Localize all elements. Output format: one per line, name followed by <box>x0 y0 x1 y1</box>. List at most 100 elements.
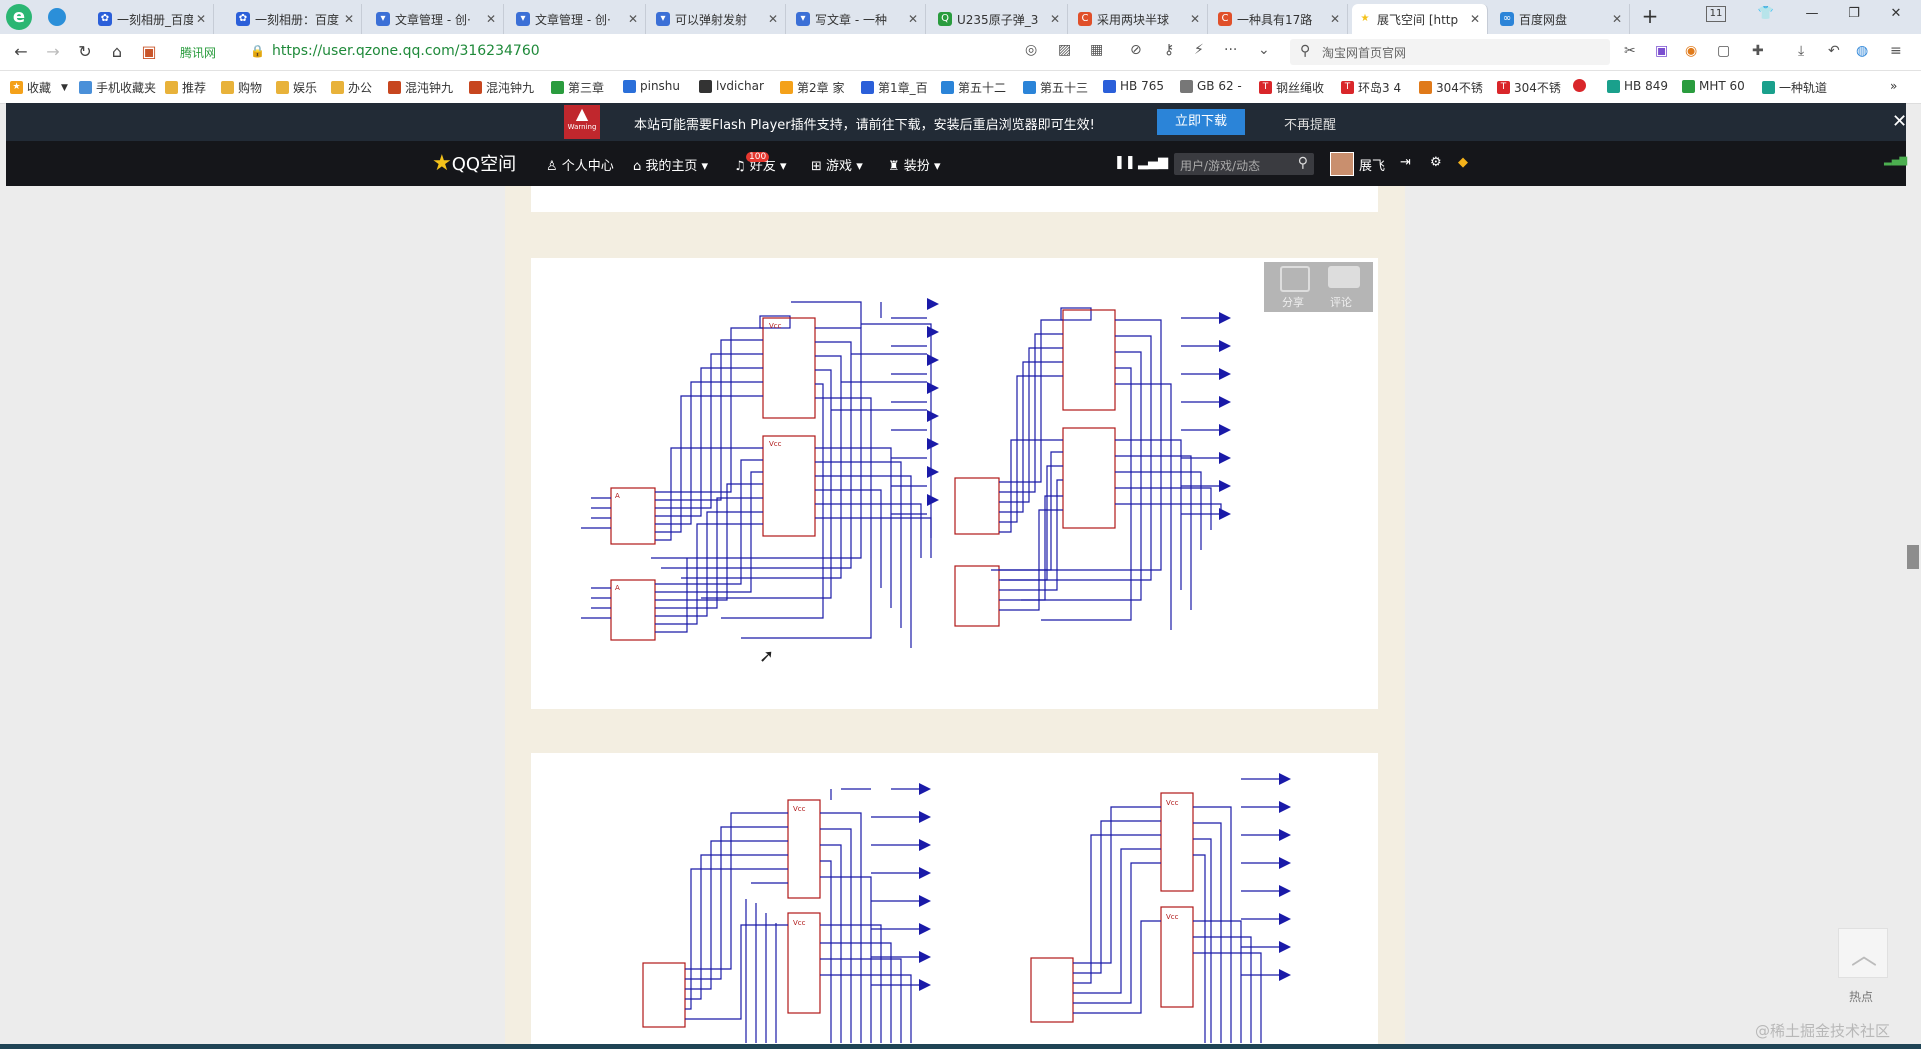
tab-close-icon[interactable]: ✕ <box>765 12 781 26</box>
avatar[interactable] <box>1330 152 1354 176</box>
translate-icon[interactable]: ▣ <box>1655 43 1668 59</box>
browser-logo-icon[interactable]: e <box>6 4 32 30</box>
chevron-down-icon[interactable]: ⌄ <box>1258 42 1270 58</box>
tab-close-icon[interactable]: ✕ <box>625 12 641 26</box>
bookmark-item[interactable]: T 304不锈 <box>1497 79 1561 96</box>
tab-count-button[interactable]: 11 <box>1706 6 1726 22</box>
tab[interactable]: Q U235原子弹_3 ✕ <box>932 4 1068 34</box>
bookmark-item[interactable]: 304不锈 <box>1419 79 1483 96</box>
tab-close-icon[interactable]: ✕ <box>1327 12 1343 26</box>
bookmark-item[interactable]: ★ 收藏 ▼ <box>10 79 68 96</box>
tab[interactable]: ∞ 百度网盘 ✕ <box>1494 4 1630 34</box>
share-button[interactable]: 分享 <box>1282 294 1304 310</box>
tab-close-icon[interactable]: ✕ <box>483 12 499 26</box>
tab-close-icon[interactable]: ✕ <box>1467 12 1483 26</box>
photo-icon[interactable]: ▦ <box>1090 42 1103 58</box>
reload-icon[interactable]: ↻ <box>74 41 96 63</box>
hot-link[interactable]: 热点 <box>1849 988 1873 1005</box>
tab-close-icon[interactable]: ✕ <box>1609 12 1625 26</box>
image-icon[interactable]: ▨ <box>1058 42 1071 58</box>
bookmark-item[interactable]: 第五十三 <box>1023 79 1088 96</box>
share-icon[interactable] <box>1280 266 1310 292</box>
tab[interactable]: ▾ 文章管理 - 创· ✕ <box>370 4 504 34</box>
bookmark-item[interactable]: 第三章 <box>551 79 604 96</box>
scissors-icon[interactable]: ✂ <box>1624 43 1636 59</box>
scrollbar-thumb[interactable] <box>1907 545 1919 569</box>
photo-card[interactable]: Vcc Vcc A A <box>531 258 1378 709</box>
qzone-search[interactable]: 用户/游戏/动态 ⚲ <box>1174 153 1314 175</box>
target-icon[interactable]: ◎ <box>1025 42 1037 58</box>
bookmark-item[interactable]: lvdichar <box>699 79 764 93</box>
photo-card[interactable]: Vcc Vcc Vcc Vcc <box>531 753 1378 1044</box>
bookmark-folder[interactable]: 办公 <box>331 79 372 96</box>
shirt-icon[interactable]: 👕 <box>1752 6 1780 21</box>
bookmark-item[interactable]: MHT 60 <box>1682 79 1745 93</box>
bookmark-item[interactable]: 第2章 家 <box>780 79 844 96</box>
back-to-top-button[interactable]: ︿ <box>1838 928 1888 978</box>
nav-personal-center[interactable]: ♙ 个人中心 <box>546 155 614 174</box>
logout-icon[interactable]: ⇥ <box>1400 155 1411 170</box>
nav-my-home[interactable]: ⌂ 我的主页 ▾ <box>633 155 708 174</box>
compass-icon[interactable]: ⊘ <box>1130 42 1142 58</box>
lightning-icon[interactable]: ⚡ <box>1194 42 1204 58</box>
tab[interactable]: ✿ 一刻相册_百度 ✕ <box>92 4 214 34</box>
forward-icon[interactable]: → <box>42 41 64 63</box>
minimize-icon[interactable]: — <box>1798 6 1826 21</box>
comment-icon[interactable] <box>1328 266 1360 288</box>
nav-games[interactable]: ⊞ 游戏 ▾ <box>811 155 863 174</box>
url-text[interactable]: https://user.qzone.qq.com/316234760 <box>272 43 540 59</box>
back-icon[interactable]: ← <box>10 41 32 63</box>
bookmark-folder[interactable]: 推荐 <box>165 79 206 96</box>
new-tab-button[interactable]: + <box>1638 5 1662 29</box>
telegram-icon[interactable] <box>48 8 66 26</box>
bookmark-item[interactable]: T 钢丝绳收 <box>1259 79 1324 96</box>
nav-dress[interactable]: ♜ 装扮 ▾ <box>888 155 940 174</box>
extension-icon[interactable]: ✚ <box>1752 43 1764 59</box>
search-icon[interactable]: ⚲ <box>1298 155 1308 171</box>
tab[interactable]: ▾ 写文章 - 一种 ✕ <box>790 4 926 34</box>
tab-close-icon[interactable]: ✕ <box>905 12 921 26</box>
bookmark-item[interactable]: HB 765 <box>1103 79 1164 93</box>
bookmarks-overflow-icon[interactable]: » <box>1890 79 1897 93</box>
key-icon[interactable]: ⚷ <box>1164 42 1174 58</box>
close-icon[interactable]: ✕ <box>1892 111 1907 132</box>
bookmark-item[interactable]: 一种轨道 <box>1762 79 1827 96</box>
bookmark-item[interactable]: HB 849 <box>1607 79 1668 93</box>
username[interactable]: 展飞 <box>1359 155 1385 174</box>
briefcase-icon[interactable]: ▣ <box>138 41 160 63</box>
menu-icon[interactable]: ≡ <box>1890 43 1902 59</box>
restore-icon[interactable]: ❐ <box>1840 6 1868 21</box>
undo-icon[interactable]: ↶ <box>1828 43 1840 59</box>
bookmark-item[interactable]: 混沌钟九 <box>469 79 534 96</box>
tab-close-icon[interactable]: ✕ <box>1047 12 1063 26</box>
screen-icon[interactable]: ▢ <box>1717 43 1730 59</box>
tab-close-icon[interactable]: ✕ <box>341 12 357 26</box>
bookmark-item[interactable]: 第五十二 <box>941 79 1006 96</box>
dismiss-link[interactable]: 不再提醒 <box>1284 114 1336 133</box>
close-window-icon[interactable]: ✕ <box>1882 6 1910 21</box>
tab[interactable]: ▾ 文章管理 - 创· ✕ <box>510 4 646 34</box>
diamond-icon[interactable]: ◆ <box>1458 155 1468 170</box>
tab[interactable]: C 采用两块半球 ✕ <box>1072 4 1208 34</box>
download-icon[interactable]: ⤓ <box>1798 43 1804 59</box>
bookmark-item[interactable]: 第1章_百 <box>861 79 928 96</box>
edge-icon[interactable]: ◍ <box>1856 43 1868 59</box>
bookmark-folder[interactable]: 购物 <box>221 79 262 96</box>
search-input[interactable]: 淘宝网首页官网 <box>1322 44 1406 61</box>
tab[interactable]: ▾ 可以弹射发射 ✕ <box>650 4 786 34</box>
bookmark-item[interactable] <box>1573 79 1590 92</box>
tab-close-icon[interactable]: ✕ <box>193 12 209 26</box>
signal-icon[interactable]: ▂▄▆ <box>1138 155 1168 170</box>
game-icon[interactable]: ◉ <box>1685 43 1697 59</box>
bookmark-item[interactable]: 混沌钟九 <box>388 79 453 96</box>
tab-close-icon[interactable]: ✕ <box>1187 12 1203 26</box>
home-icon[interactable]: ⌂ <box>106 41 128 63</box>
tab-active[interactable]: ★ 展飞空间 [http ✕ <box>1352 4 1488 34</box>
gear-icon[interactable]: ⚙ <box>1430 155 1442 170</box>
comment-button[interactable]: 评论 <box>1330 294 1352 310</box>
bookmark-folder[interactable]: 娱乐 <box>276 79 317 96</box>
pause-icon[interactable]: ❚❚ <box>1114 155 1136 170</box>
tab[interactable]: ✿ 一刻相册：百度 ✕ <box>230 4 362 34</box>
bookmark-item[interactable]: 手机收藏夹 <box>79 79 156 96</box>
qzone-logo[interactable]: ★QQ空间 <box>432 150 516 176</box>
